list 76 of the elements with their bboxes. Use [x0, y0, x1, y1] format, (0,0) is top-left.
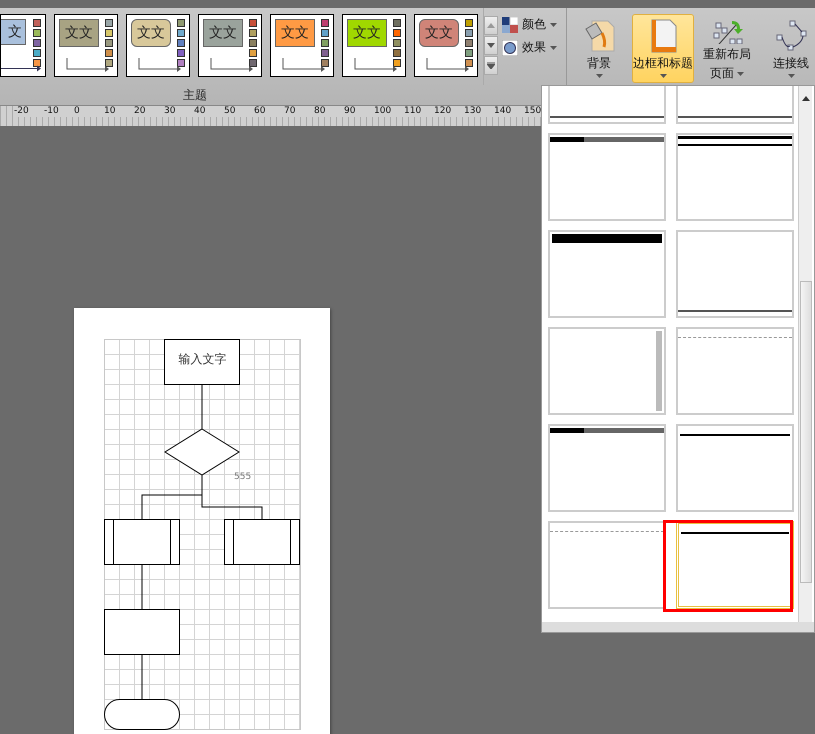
ruler-label: 80: [314, 106, 344, 117]
up-arrow-icon: [802, 96, 810, 101]
ruler-label: 100: [374, 106, 404, 117]
caret-icon: [737, 72, 744, 76]
border-thumbnail[interactable]: [548, 230, 666, 318]
theme-thumbnail[interactable]: 文文: [54, 14, 118, 77]
more-button[interactable]: [484, 56, 498, 75]
menu-button[interactable]: 效果: [502, 39, 562, 56]
ruler-label: -20: [14, 106, 44, 117]
up-arrow-icon: [487, 23, 495, 28]
theme-preview: 文: [1, 19, 26, 45]
theme-preview: 文文: [59, 19, 99, 47]
border-thumbnail[interactable]: [548, 424, 666, 512]
border-thumbnail[interactable]: [676, 424, 794, 512]
border-thumbnail[interactable]: [548, 133, 666, 221]
ribbon-button[interactable]: 背景: [568, 14, 630, 83]
arrow-icon: [1, 65, 41, 72]
border-thumbnail[interactable]: [548, 327, 666, 415]
caret-icon: [550, 46, 557, 50]
ruler-label: 20: [134, 106, 164, 117]
caret-icon: [550, 22, 557, 26]
theme-preview: 文文: [203, 19, 243, 47]
color-swatches-icon: [465, 19, 473, 67]
colors-icon: [502, 16, 518, 32]
connector-icon: [774, 19, 808, 53]
theme-preview: 文文: [131, 19, 171, 47]
scroll-thumb[interactable]: [800, 281, 812, 583]
ruler-label: 90: [344, 106, 374, 117]
ruler-label: -10: [44, 106, 74, 117]
ribbon-button[interactable]: 重新布局 页面: [696, 14, 758, 83]
color-swatches-icon: [393, 19, 401, 67]
ribbon-button[interactable]: 连接线: [760, 14, 815, 83]
group-label: 主题: [183, 86, 207, 104]
color-swatches-icon: [33, 19, 41, 67]
ruler-label: 50: [224, 106, 254, 117]
border-thumbnail[interactable]: [676, 327, 794, 415]
border-thumbnail[interactable]: [548, 521, 666, 609]
color-swatches-icon: [321, 19, 329, 67]
ruler-label: 70: [284, 106, 314, 117]
theme-thumbnail[interactable]: 文文: [414, 14, 478, 77]
theme-thumbnail[interactable]: 文文: [270, 14, 334, 77]
border-thumbnail[interactable]: [676, 86, 794, 124]
ruler-label: 140: [494, 106, 524, 117]
color-swatches-icon: [177, 19, 185, 67]
border-thumbnail[interactable]: [676, 133, 794, 221]
ruler-label: 120: [434, 106, 464, 117]
down-arrow-icon: [487, 43, 495, 48]
theme-thumbnail[interactable]: 文文: [342, 14, 406, 77]
circle-icon: [502, 40, 518, 56]
note-text: 555: [234, 472, 252, 482]
ruler-label: 40: [194, 106, 224, 117]
ruler-label: 110: [404, 106, 434, 117]
caret-icon: [788, 74, 794, 78]
theme-thumbnail[interactable]: 文文: [198, 14, 262, 77]
theme-thumbnail[interactable]: 文: [0, 14, 46, 77]
ruler-label: 0: [74, 106, 104, 117]
color-swatches-icon: [249, 19, 257, 67]
caret-icon: [596, 74, 602, 78]
border-thumbnail[interactable]: [548, 86, 666, 124]
ruler-label: 10: [104, 106, 134, 117]
ruler-label: 130: [464, 106, 494, 117]
scrollbar[interactable]: [798, 86, 812, 622]
theme-preview: 文文: [347, 19, 387, 47]
border-thumbnail[interactable]: [676, 230, 794, 318]
ruler-label: 60: [254, 106, 284, 117]
theme-preview: 文文: [275, 19, 315, 47]
ribbon-button[interactable]: 边框和标题: [632, 14, 694, 83]
theme-preview: 文文: [419, 19, 459, 47]
caret-icon: [660, 74, 666, 78]
theme-thumbnail[interactable]: 文文: [126, 14, 190, 77]
more-icon: [487, 62, 495, 69]
ruler-label: 30: [164, 106, 194, 117]
menu-button[interactable]: 颜色: [502, 16, 562, 33]
scroll-down-button[interactable]: [484, 36, 498, 55]
color-swatches-icon: [105, 19, 113, 67]
shape-text: 输入文字: [178, 351, 228, 368]
